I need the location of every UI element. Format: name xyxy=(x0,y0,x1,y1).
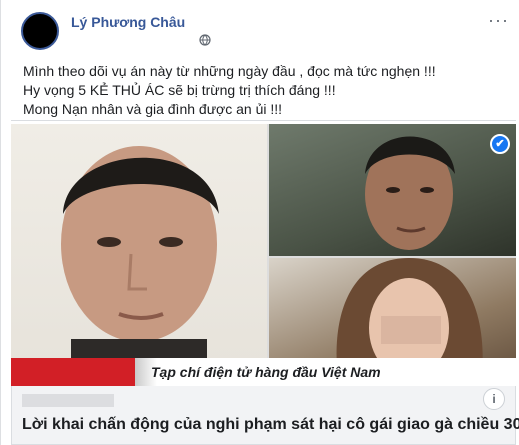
author-name[interactable]: Lý Phương Châu xyxy=(71,14,185,30)
link-preview-image[interactable]: ✔ Tạp chí điện tử hàng đầu Việt Nam xyxy=(11,124,516,386)
portrait-illustration xyxy=(61,146,219,358)
post-timestamp[interactable] xyxy=(71,35,195,45)
suspect-photo-top-right: ✔ xyxy=(269,124,516,256)
link-preview-footer[interactable]: i Lời khai chấn động của nghi phạm sát h… xyxy=(11,386,519,445)
post-header: Lý Phương Châu ··· xyxy=(19,10,509,54)
link-domain xyxy=(22,394,114,407)
post-text-line: Hy vọng 5 KẺ THỦ ÁC sẽ bị trừng trị thíc… xyxy=(23,82,336,98)
post-text-line: Mong Nạn nhân và gia đình được an ủi !!! xyxy=(23,101,283,117)
post-text: Mình theo dõi vụ án này từ những ngày đầ… xyxy=(23,62,503,119)
banner-text: Tạp chí điện tử hàng đầu Việt Nam xyxy=(151,364,381,380)
suspect-photo-left xyxy=(11,124,267,386)
link-headline[interactable]: Lời khai chấn động của nghi phạm sát hại… xyxy=(22,416,519,434)
post-card: Lý Phương Châu ··· Mình theo dõi vụ án n… xyxy=(0,0,519,445)
avatar[interactable] xyxy=(21,12,59,50)
more-options-icon[interactable]: ··· xyxy=(488,11,509,29)
news-banner: Tạp chí điện tử hàng đầu Việt Nam xyxy=(11,358,516,386)
banner-logo-block xyxy=(11,358,135,386)
info-icon[interactable]: i xyxy=(483,388,505,410)
post-meta xyxy=(71,34,211,46)
divider xyxy=(11,120,516,121)
verified-check-icon: ✔ xyxy=(490,134,510,154)
portrait-illustration xyxy=(365,136,455,250)
globe-icon[interactable] xyxy=(199,34,211,46)
post-text-line: Mình theo dõi vụ án này từ những ngày đầ… xyxy=(23,63,436,79)
